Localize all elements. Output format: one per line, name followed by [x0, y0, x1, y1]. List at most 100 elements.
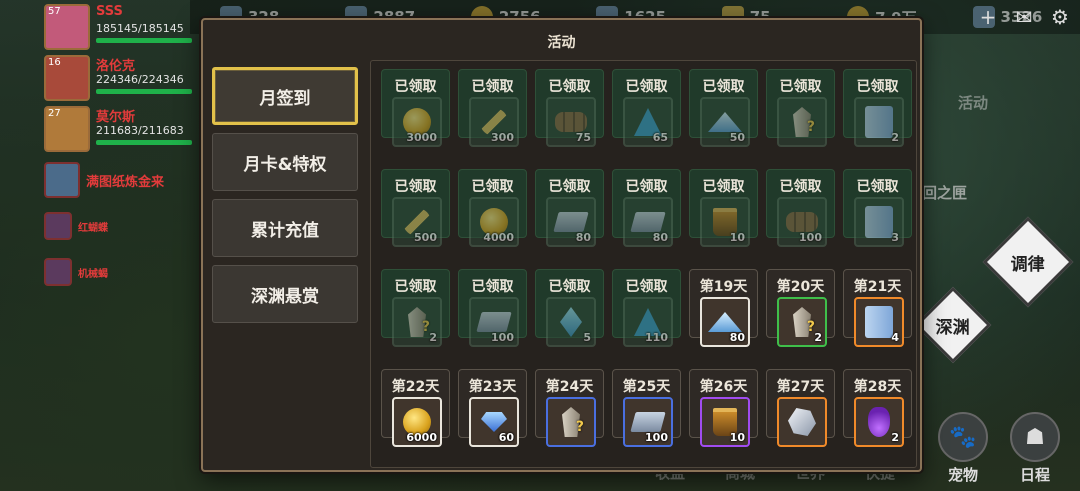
- hero-card[interactable]: 27 莫尔斯 211683/211683: [44, 106, 194, 154]
- hero-card[interactable]: 16 洛伦克 224346/224346: [44, 55, 194, 103]
- reward-item-slot: ?: [777, 97, 827, 147]
- reward-item-slot: 2: [854, 397, 904, 447]
- mail-icon[interactable]: ✉: [1012, 6, 1036, 28]
- plus-icon[interactable]: +: [976, 6, 1000, 28]
- hero-hp: 224346/224346: [96, 73, 184, 86]
- reward-quantity: 300: [491, 131, 514, 144]
- ring-gem-icon: [560, 307, 582, 337]
- iron-icon: [476, 312, 512, 332]
- tab-monthly-checkin[interactable]: 月签到: [212, 67, 358, 125]
- reward-item-slot: 5: [546, 297, 596, 347]
- reward-cell-claimed: 已领取 ? 2: [381, 269, 450, 347]
- reward-item-slot: 100: [623, 397, 673, 447]
- reward-quantity: 80: [729, 331, 745, 344]
- reward-item-slot: 4000: [469, 197, 519, 247]
- task-item[interactable]: 机械蝎: [44, 252, 194, 292]
- reward-cell-claimed: 已领取 300: [458, 69, 527, 147]
- reward-day-label: 已领取: [394, 279, 437, 295]
- reward-quantity: 100: [799, 231, 822, 244]
- mystery-mark-icon: ?: [575, 419, 584, 435]
- reward-day-label: 第25天: [622, 379, 671, 395]
- reward-quantity: 5: [583, 331, 591, 344]
- task-item[interactable]: 红蝴蝶: [44, 206, 194, 246]
- gear-icon[interactable]: ⚙: [1048, 6, 1072, 28]
- task-name: 满图纸炼金来: [86, 174, 165, 190]
- reward-quantity: 80: [652, 231, 668, 244]
- reward-item-slot: 100: [777, 197, 827, 247]
- reward-item-slot: 500: [392, 197, 442, 247]
- pet-button[interactable]: 🐾 宠物: [933, 412, 993, 485]
- hero-name: SSS: [96, 4, 123, 19]
- reward-quantity: 75: [575, 131, 591, 144]
- reward-item-slot: 300: [469, 97, 519, 147]
- reward-quantity: 2: [814, 331, 822, 344]
- reward-item-slot: 4: [854, 297, 904, 347]
- reward-item-slot: 10: [700, 397, 750, 447]
- hero-name: 莫尔斯: [96, 110, 136, 125]
- task-item[interactable]: 满图纸炼金来: [44, 160, 194, 200]
- tab-monthly-card[interactable]: 月卡&特权: [212, 133, 358, 191]
- reward-item-slot: 80: [700, 297, 750, 347]
- tab-abyss-bounty[interactable]: 深渊悬赏: [212, 265, 358, 323]
- schedule-icon: ☗: [1010, 412, 1060, 462]
- reward-cell-day[interactable]: 第26天 10: [689, 369, 758, 447]
- reward-day-label: 已领取: [471, 79, 514, 95]
- reward-cell-claimed: 已领取 75: [535, 69, 604, 147]
- reward-day-label: 已领取: [394, 79, 437, 95]
- reward-cell-claimed: 已领取 3000: [381, 69, 450, 147]
- reward-day-label: 已领取: [779, 179, 822, 195]
- reward-cell-day[interactable]: 第21天 4: [843, 269, 912, 347]
- reward-cell-claimed: 已领取?: [766, 69, 835, 147]
- task-icon: [44, 212, 72, 240]
- reward-day-label: 已领取: [548, 179, 591, 195]
- top-icons: + ✉ ⚙: [976, 6, 1072, 28]
- reward-cell-claimed: 已领取 80: [612, 169, 681, 247]
- reward-quantity: 2: [891, 131, 899, 144]
- hero-card[interactable]: 57 SSS 185145/185145: [44, 4, 194, 52]
- wood-icon: [786, 212, 818, 232]
- reward-day-label: 第26天: [699, 379, 748, 395]
- reward-item-slot: [777, 397, 827, 447]
- activity-tabs: 月签到 月卡&特权 累计充值 深渊悬赏: [212, 67, 360, 331]
- reward-day-label: 已领取: [548, 279, 591, 295]
- reward-item-slot: 110: [623, 297, 673, 347]
- reward-quantity: 50: [729, 131, 745, 144]
- reward-cell-day[interactable]: 第20天 ? 2: [766, 269, 835, 347]
- reward-cell-day[interactable]: 第28天 2: [843, 369, 912, 447]
- hero-hp: 211683/211683: [96, 124, 184, 137]
- reward-cell-claimed: 已领取 80: [535, 169, 604, 247]
- activity-label[interactable]: 活动: [958, 92, 988, 113]
- reward-day-label: 已领取: [548, 79, 591, 95]
- reward-quantity: 6000: [406, 431, 437, 444]
- reward-day-label: 第23天: [468, 379, 517, 395]
- stone-icon: [788, 408, 816, 436]
- reward-cell-day[interactable]: 第24天?: [535, 369, 604, 447]
- reward-item-slot: ?: [546, 397, 596, 447]
- potion-icon: [868, 407, 890, 437]
- reward-cell-day[interactable]: 第25天 100: [612, 369, 681, 447]
- reward-day-label: 已领取: [625, 279, 668, 295]
- reward-item-slot: 6000: [392, 397, 442, 447]
- reward-quantity: 10: [729, 231, 745, 244]
- reward-day-label: 第27天: [776, 379, 825, 395]
- reward-cell-day[interactable]: 第19天 80: [689, 269, 758, 347]
- reward-item-slot: 3000: [392, 97, 442, 147]
- hero-level: 16: [48, 57, 61, 68]
- shard-icon: [708, 112, 742, 132]
- reward-cell-day[interactable]: 第22天 6000: [381, 369, 450, 447]
- reward-cell-day[interactable]: 第27天: [766, 369, 835, 447]
- reward-grid: 已领取 3000 已领取 300 已领取 75 已领取 65 已领取 50 已领取? 已领取 2 已领取 5…: [381, 69, 912, 447]
- iron-icon: [630, 212, 666, 232]
- reward-cell-claimed: 已领取 3: [843, 169, 912, 247]
- scroll-icon: [865, 306, 893, 338]
- reward-quantity: 2: [891, 431, 899, 444]
- tab-cumulative-recharge[interactable]: 累计充值: [212, 199, 358, 257]
- task-name: 红蝴蝶: [78, 222, 108, 234]
- checkin-panel: 已领取 3000 已领取 300 已领取 75 已领取 65 已领取 50 已领取? 已领取 2 已领取 5…: [370, 60, 917, 468]
- reward-cell-day[interactable]: 第23天 60: [458, 369, 527, 447]
- return-box-label[interactable]: 回之匣: [922, 182, 967, 203]
- reward-item-slot: 65: [623, 97, 673, 147]
- reward-day-label: 已领取: [471, 279, 514, 295]
- schedule-button[interactable]: ☗ 日程: [1005, 412, 1065, 485]
- hp-bar: [96, 140, 192, 145]
